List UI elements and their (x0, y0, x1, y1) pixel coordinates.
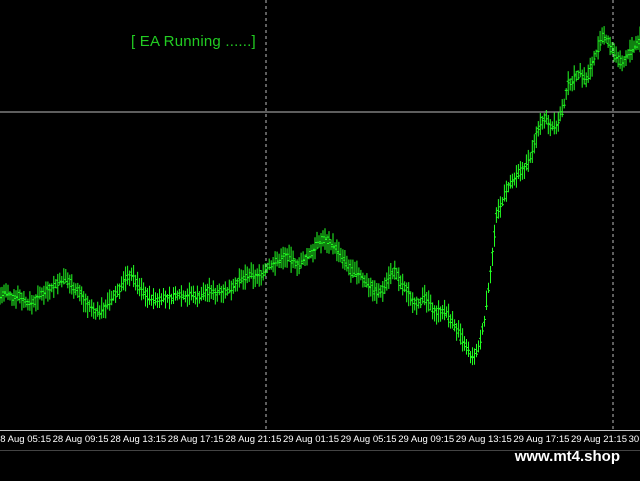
time-axis-label: 29 Aug 17:15 (513, 434, 570, 445)
ea-status-label: [ EA Running ......] (131, 33, 256, 50)
time-axis-label: 29 Aug 21:15 (571, 434, 627, 445)
time-axis-label: 30 (628, 434, 640, 445)
candle-chart-svg (0, 0, 640, 430)
candle-series (0, 26, 640, 366)
time-axis-label: 28 Aug 13:15 (110, 434, 167, 445)
time-axis-label: 28 Aug 05:15 (0, 434, 51, 445)
time-axis-label: 29 Aug 09:15 (398, 434, 455, 445)
time-axis-label: 29 Aug 05:15 (340, 434, 397, 445)
time-axis-label: 28 Aug 21:15 (225, 434, 282, 445)
watermark-text: www.mt4.shop (514, 448, 620, 465)
time-axis-label: 29 Aug 01:15 (283, 434, 339, 445)
time-axis-label: 28 Aug 09:15 (52, 434, 109, 445)
time-axis-label: 29 Aug 13:15 (455, 434, 512, 445)
time-axis-label: 28 Aug 17:15 (167, 434, 224, 445)
price-chart[interactable]: [ EA Running ......] (0, 0, 640, 430)
